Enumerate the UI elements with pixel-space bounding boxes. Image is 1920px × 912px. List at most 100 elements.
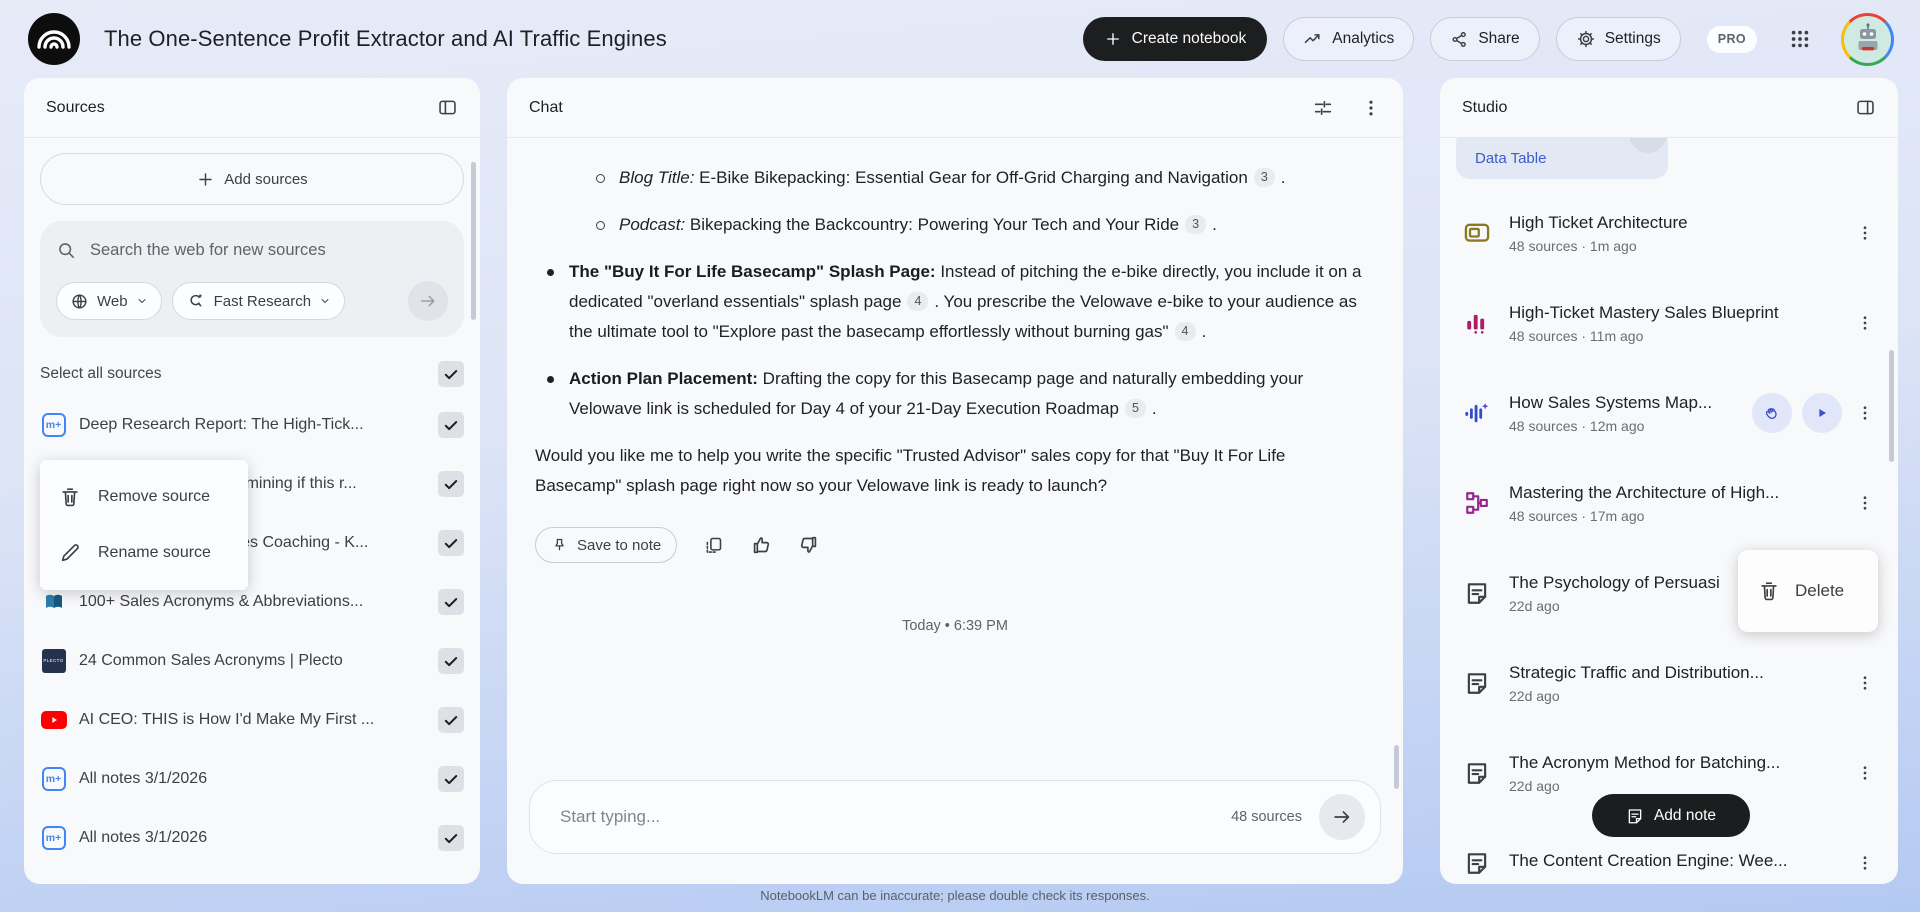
flashcards-icon bbox=[1460, 219, 1494, 247]
studio-item-more-icon[interactable] bbox=[1852, 854, 1878, 872]
note-icon bbox=[1460, 760, 1494, 786]
research-mode-dropdown[interactable]: Fast Research bbox=[171, 282, 346, 320]
studio-item-more-icon[interactable] bbox=[1852, 314, 1878, 332]
note-source-icon: m+ bbox=[40, 765, 67, 792]
expand-chevron-icon[interactable]: › bbox=[1629, 138, 1667, 153]
trending-up-icon bbox=[1305, 34, 1320, 44]
create-notebook-label: Create notebook bbox=[1131, 30, 1247, 47]
note-icon bbox=[1460, 850, 1494, 876]
source-checkbox[interactable] bbox=[438, 647, 464, 674]
studio-item-row[interactable]: Strategic Traffic and Distribution... 22… bbox=[1440, 638, 1898, 728]
citation-chip[interactable]: 3 bbox=[1185, 215, 1207, 234]
source-checkbox[interactable] bbox=[438, 411, 464, 438]
chat-input[interactable] bbox=[560, 807, 1232, 827]
chat-input-bar: 48 sources bbox=[529, 780, 1381, 854]
studio-list: High Ticket Architecture 48 sources · 1m… bbox=[1440, 188, 1898, 884]
analytics-label: Analytics bbox=[1332, 30, 1395, 47]
sub-bullet-text: Bikepacking the Backcountry: Powering Yo… bbox=[685, 215, 1180, 234]
sources-panel: Sources Add sources Web F bbox=[24, 78, 480, 884]
select-all-label: Select all sources bbox=[40, 365, 162, 382]
source-checkbox[interactable] bbox=[438, 824, 464, 851]
web-filter-dropdown[interactable]: Web bbox=[56, 282, 162, 320]
citation-chip[interactable]: 4 bbox=[907, 292, 929, 311]
studio-item-title: Mastering the Architecture of High... bbox=[1509, 482, 1780, 502]
studio-item-row[interactable]: High Ticket Architecture 48 sources · 1m… bbox=[1440, 188, 1898, 278]
studio-item-title: The Acronym Method for Batching... bbox=[1509, 752, 1781, 772]
source-row[interactable]: PLECTO 24 Common Sales Acronyms | Plecto bbox=[24, 631, 480, 690]
source-checkbox[interactable] bbox=[438, 765, 464, 792]
studio-output-strip: Data Table › bbox=[1440, 138, 1898, 188]
studio-panel-title: Studio bbox=[1462, 98, 1508, 116]
note-icon bbox=[1460, 580, 1494, 606]
add-note-button[interactable]: Add note bbox=[1592, 794, 1750, 837]
source-row[interactable]: m+ All notes 3/1/2026 bbox=[24, 749, 480, 808]
citation-chip[interactable]: 5 bbox=[1124, 399, 1146, 418]
bullet-label: The "Buy It For Life Basecamp" Splash Pa… bbox=[569, 262, 936, 281]
send-message-button[interactable] bbox=[1319, 794, 1365, 840]
create-notebook-button[interactable]: Create notebook bbox=[1082, 17, 1268, 61]
source-row[interactable]: AI CEO: THIS is How I'd Make My First ..… bbox=[24, 690, 480, 749]
source-checkbox[interactable] bbox=[438, 529, 464, 556]
add-sources-button[interactable]: Add sources bbox=[40, 153, 464, 205]
search-submit-button[interactable] bbox=[408, 281, 448, 321]
studio-item-meta: 22d ago bbox=[1509, 687, 1560, 704]
settings-button[interactable]: Settings bbox=[1555, 17, 1681, 61]
studio-item-row[interactable]: How Sales Systems Map... 48 sources · 12… bbox=[1440, 368, 1898, 458]
source-checkbox[interactable] bbox=[438, 588, 464, 615]
share-button[interactable]: Share bbox=[1430, 17, 1540, 61]
source-title: All notes 3/1/2026 bbox=[79, 769, 208, 787]
search-icon bbox=[59, 243, 74, 258]
notebooklm-logo-icon[interactable] bbox=[26, 11, 82, 67]
app-header: The One-Sentence Profit Extractor and AI… bbox=[0, 0, 1920, 78]
select-all-checkbox[interactable] bbox=[438, 361, 464, 387]
studio-item-title: High Ticket Architecture bbox=[1509, 212, 1688, 232]
studio-item-more-icon[interactable] bbox=[1852, 494, 1878, 512]
share-icon bbox=[1452, 31, 1467, 47]
web-search-input[interactable] bbox=[90, 241, 448, 260]
save-to-note-button[interactable]: Save to note bbox=[535, 527, 678, 563]
source-checkbox[interactable] bbox=[438, 706, 464, 733]
citation-chip[interactable]: 3 bbox=[1253, 168, 1275, 187]
thumbs-down-icon[interactable] bbox=[798, 534, 820, 556]
source-checkbox[interactable] bbox=[438, 470, 464, 497]
studio-item-meta: 48 sources · 11m ago bbox=[1509, 327, 1644, 344]
studio-item-more-icon[interactable] bbox=[1852, 674, 1878, 692]
source-title: 100+ Sales Acronyms & Abbreviations... bbox=[79, 592, 364, 610]
remove-source-menu-item[interactable]: Remove source bbox=[40, 469, 248, 525]
mind-map-icon bbox=[1460, 490, 1494, 516]
source-row[interactable]: m+ Deep Research Report: The High-Tick..… bbox=[24, 395, 480, 454]
chat-settings-tune-icon[interactable] bbox=[1312, 97, 1334, 119]
google-apps-grid-icon[interactable] bbox=[1783, 22, 1817, 56]
data-table-chip[interactable]: Data Table › bbox=[1456, 138, 1668, 179]
chat-panel: Chat Blog Title: E-Bike Bikepacking: Ess… bbox=[507, 78, 1403, 884]
chat-date-divider: Today • 6:39 PM bbox=[902, 618, 1008, 634]
arrow-right-icon bbox=[421, 295, 435, 307]
source-row[interactable]: m+ All notes 3/1/2026 bbox=[24, 808, 480, 867]
settings-label: Settings bbox=[1604, 30, 1661, 47]
studio-scrollbar[interactable] bbox=[1889, 350, 1894, 462]
collapse-sources-panel-icon[interactable] bbox=[437, 97, 458, 118]
studio-item-more-icon[interactable] bbox=[1852, 764, 1878, 782]
studio-item-row[interactable]: Mastering the Architecture of High... 48… bbox=[1440, 458, 1898, 548]
citation-chip[interactable]: 4 bbox=[1174, 322, 1196, 341]
sub-bullet-text: . bbox=[1212, 215, 1217, 234]
plus-icon bbox=[1106, 33, 1119, 45]
collapse-studio-panel-icon[interactable] bbox=[1855, 97, 1876, 118]
sources-scrollbar[interactable] bbox=[471, 162, 476, 320]
delete-menu-item[interactable]: Delete bbox=[1738, 550, 1878, 632]
studio-item-more-icon[interactable] bbox=[1852, 404, 1878, 422]
chat-more-options-icon[interactable] bbox=[1361, 98, 1381, 118]
copy-icon[interactable] bbox=[703, 535, 724, 556]
studio-item-row[interactable]: High-Ticket Mastery Sales Blueprint 48 s… bbox=[1440, 278, 1898, 368]
avatar[interactable] bbox=[1841, 12, 1894, 66]
source-context-menu: Remove source Rename source bbox=[40, 460, 248, 590]
rename-source-menu-item[interactable]: Rename source bbox=[40, 525, 248, 581]
thumbs-up-icon[interactable] bbox=[750, 534, 772, 556]
play-icon[interactable] bbox=[1802, 393, 1842, 433]
trash-icon bbox=[62, 488, 78, 507]
interactive-mode-hand-icon[interactable] bbox=[1752, 393, 1792, 433]
analytics-button[interactable]: Analytics bbox=[1283, 17, 1415, 61]
web-search-card: Web Fast Research bbox=[40, 221, 464, 337]
chat-scrollbar[interactable] bbox=[1394, 745, 1399, 789]
studio-item-more-icon[interactable] bbox=[1852, 224, 1878, 242]
